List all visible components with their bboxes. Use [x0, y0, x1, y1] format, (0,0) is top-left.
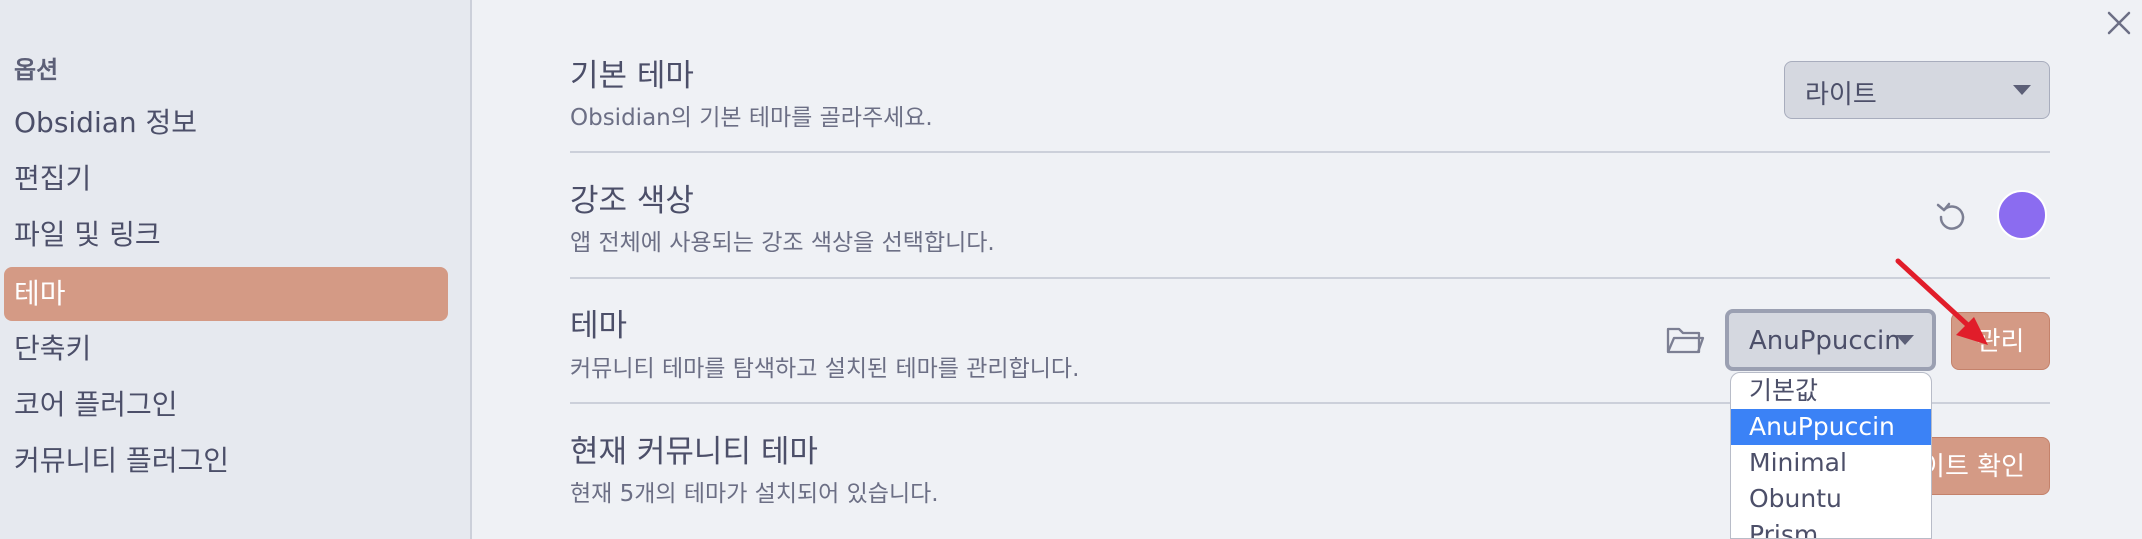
setting-title: 기본 테마: [570, 58, 694, 94]
sidebar-item-editor[interactable]: 편집기: [4, 152, 448, 206]
setting-title: 강조 색상: [570, 183, 694, 219]
sidebar-item-community-plugins[interactable]: 커뮤니티 플러그인: [4, 434, 448, 488]
dropdown-option-selected[interactable]: AnuPpuccin: [1731, 409, 1931, 445]
dropdown-option[interactable]: Minimal: [1731, 445, 1931, 481]
base-theme-select-value: 라이트: [1805, 80, 1877, 110]
setting-description: 앱 전체에 사용되는 강조 색상을 선택합니다.: [570, 230, 995, 256]
close-icon[interactable]: [2104, 8, 2134, 38]
setting-description: 현재 5개의 테마가 설치되어 있습니다.: [570, 481, 939, 507]
sidebar-heading: 옵션: [14, 56, 59, 84]
sidebar-item-about[interactable]: Obsidian 정보: [4, 96, 448, 150]
theme-dropdown-list: 기본값 AnuPpuccin Minimal Obuntu Prism: [1730, 372, 1932, 539]
dropdown-option[interactable]: Obuntu: [1731, 481, 1931, 517]
setting-description: Obsidian의 기본 테마를 골라주세요.: [570, 105, 933, 131]
base-theme-select[interactable]: 라이트: [1784, 61, 2050, 119]
settings-sidebar: 옵션 Obsidian 정보 편집기 파일 및 링크 테마 단축키 코어 플러그…: [0, 0, 472, 539]
sidebar-item-hotkeys[interactable]: 단축키: [4, 322, 448, 376]
folder-icon[interactable]: [1665, 322, 1705, 358]
setting-title: 현재 커뮤니티 테마: [570, 434, 818, 470]
divider: [570, 277, 2050, 279]
accent-color-swatch[interactable]: [1997, 190, 2047, 240]
arrow-annotation-icon: [1895, 258, 1988, 345]
chevron-down-icon: [2013, 85, 2031, 95]
divider: [570, 151, 2050, 153]
sidebar-item-appearance[interactable]: 테마: [4, 267, 448, 321]
sidebar-item-files-links[interactable]: 파일 및 링크: [4, 208, 448, 262]
reset-icon[interactable]: [1932, 196, 1972, 236]
dropdown-option[interactable]: Prism: [1731, 517, 1931, 538]
sidebar-item-core-plugins[interactable]: 코어 플러그인: [4, 378, 448, 432]
theme-select-value: AnuPpuccin: [1749, 326, 1901, 356]
setting-description: 커뮤니티 테마를 탐색하고 설치된 테마를 관리합니다.: [570, 356, 1080, 382]
setting-title: 테마: [570, 308, 628, 344]
dropdown-option[interactable]: 기본값: [1731, 373, 1931, 409]
